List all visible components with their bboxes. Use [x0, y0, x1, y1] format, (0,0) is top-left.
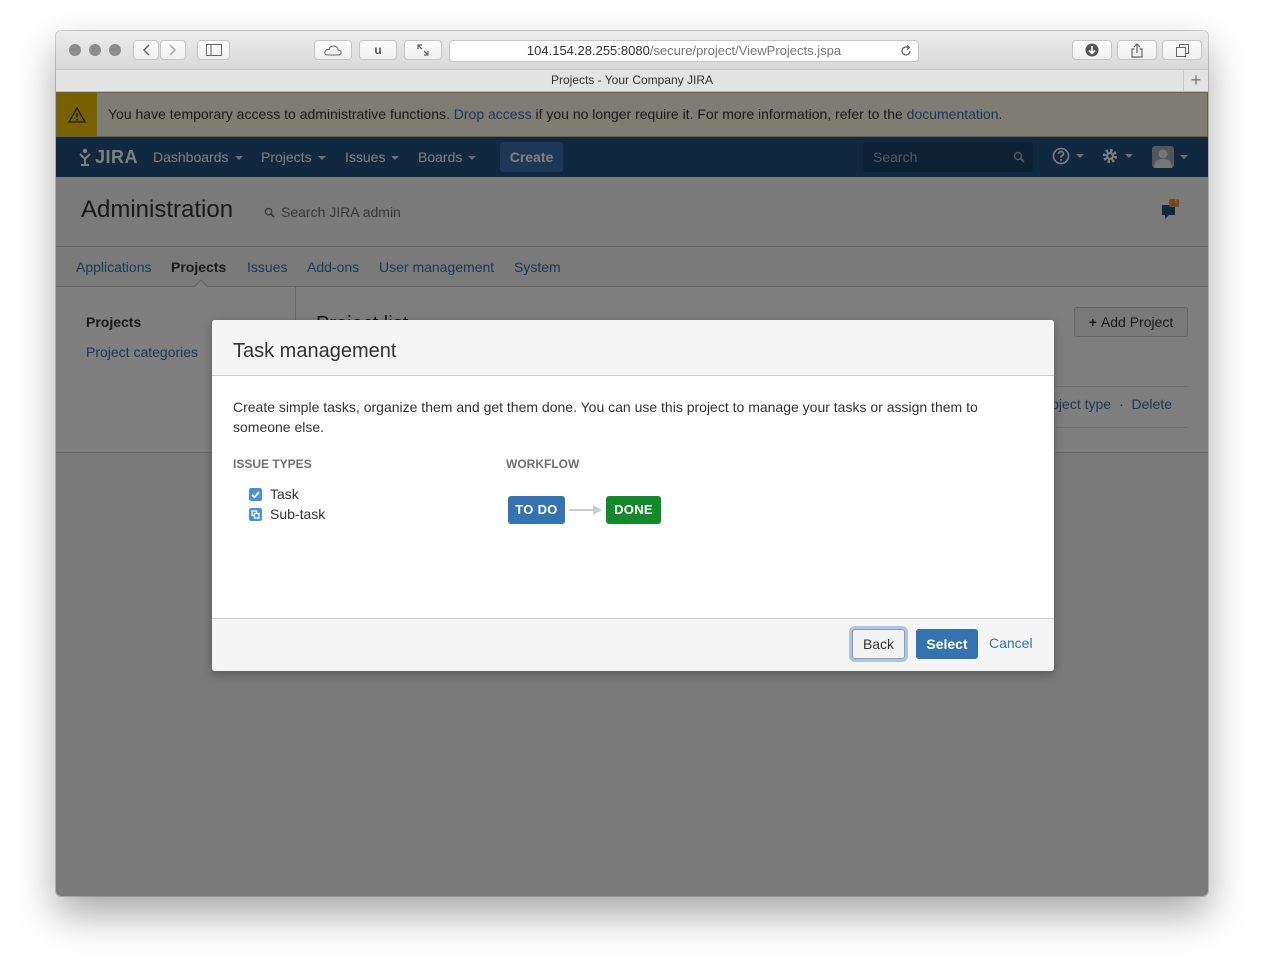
issue-types-heading: ISSUE TYPES: [233, 457, 312, 471]
issue-type-task: Task: [249, 486, 299, 502]
url-host: 104.154.28.255:8080: [526, 43, 650, 58]
zoom-window-button[interactable]: [109, 44, 121, 56]
fullscreen-button[interactable]: [404, 40, 442, 60]
workflow-heading: WORKFLOW: [506, 457, 580, 471]
dialog-header: Task management: [212, 320, 1054, 376]
project-type-dialog: Task management Create simple tasks, org…: [212, 320, 1054, 671]
icloud-tabs-button[interactable]: [314, 40, 352, 60]
issue-type-label: Sub-task: [270, 506, 326, 522]
back-button[interactable]: Back: [852, 629, 905, 659]
dialog-description: Create simple tasks, organize them and g…: [233, 399, 978, 435]
back-nav-button[interactable]: [133, 40, 159, 60]
tabs-icon: [1175, 43, 1189, 57]
jira-page: You have temporary access to administrat…: [56, 92, 1208, 896]
select-button[interactable]: Select: [916, 629, 978, 659]
extension-button[interactable]: u: [359, 40, 397, 60]
address-bar[interactable]: 104.154.28.255:8080/secure/project/ViewP…: [449, 40, 919, 62]
dialog-footer: Back Select Cancel: [212, 618, 1054, 671]
dialog-title: Task management: [233, 340, 397, 362]
sub-task-icon: [249, 507, 262, 521]
chevron-left-icon: [142, 44, 150, 56]
reload-icon[interactable]: [900, 45, 912, 57]
close-window-button[interactable]: [69, 44, 81, 56]
issue-type-sub-task: Sub-task: [249, 506, 325, 522]
sidebar-toggle-button[interactable]: [197, 40, 230, 60]
workflow-arrow-icon: [569, 505, 602, 515]
tab-title[interactable]: Projects - Your Company JIRA: [551, 73, 713, 87]
cloud-icon: [324, 44, 342, 55]
sidebar-icon: [205, 44, 222, 56]
expand-icon: [417, 44, 429, 56]
browser-window: u 104.154.28.255:8080/secure/project/Vie…: [56, 31, 1208, 896]
issue-type-label: Task: [270, 486, 299, 502]
forward-nav-button[interactable]: [160, 40, 186, 60]
minimize-window-button[interactable]: [89, 44, 101, 56]
downloads-button[interactable]: [1072, 40, 1112, 60]
share-icon: [1131, 42, 1143, 58]
workflow-status-todo: TO DO: [508, 496, 565, 524]
cancel-link[interactable]: Cancel: [989, 635, 1033, 651]
chevron-right-icon: [169, 44, 177, 56]
tab-overview-button[interactable]: [1162, 40, 1202, 60]
share-button[interactable]: [1117, 40, 1157, 60]
tab-bar: Projects - Your Company JIRA +: [56, 69, 1208, 92]
new-tab-button[interactable]: +: [1183, 70, 1208, 91]
download-icon: [1085, 43, 1099, 57]
browser-toolbar: u 104.154.28.255:8080/secure/project/Vie…: [56, 31, 1208, 69]
url-path: /secure/project/ViewProjects.jspa: [649, 43, 842, 58]
workflow-status-done: DONE: [606, 496, 661, 524]
task-icon: [249, 487, 262, 501]
